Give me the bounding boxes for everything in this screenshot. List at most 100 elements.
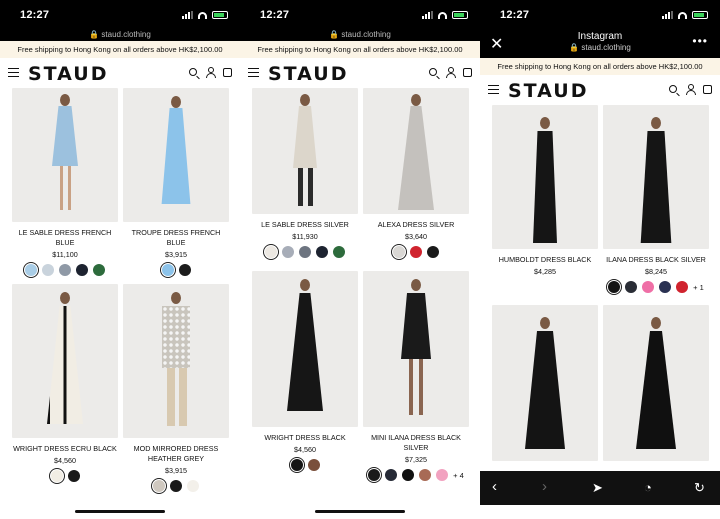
- color-swatch[interactable]: [642, 281, 655, 293]
- product-name[interactable]: HUMBOLDT DRESS BLACK: [492, 255, 598, 265]
- status-bar: 12:27: [0, 0, 240, 30]
- brand-logo[interactable]: STAUD: [268, 63, 349, 85]
- more-colors[interactable]: + 1: [693, 283, 704, 292]
- color-swatch[interactable]: [608, 281, 621, 293]
- product-image[interactable]: [363, 271, 469, 427]
- forward-icon[interactable]: ›: [542, 478, 547, 495]
- product-image[interactable]: [492, 105, 598, 249]
- product-card[interactable]: WRIGHT DRESS ECRU BLACK $4,560: [12, 284, 118, 482]
- product-image[interactable]: [603, 305, 709, 461]
- share-icon[interactable]: ➤: [592, 480, 603, 496]
- product-price: $3,640: [405, 232, 427, 241]
- search-icon[interactable]: [429, 68, 437, 76]
- product-image[interactable]: [123, 284, 229, 438]
- product-image[interactable]: [123, 88, 229, 222]
- color-swatch[interactable]: [59, 264, 71, 276]
- more-options-icon[interactable]: •••: [692, 34, 708, 48]
- cart-icon[interactable]: [703, 85, 712, 94]
- color-swatch[interactable]: [402, 469, 415, 481]
- color-swatch[interactable]: [265, 246, 277, 258]
- product-name[interactable]: WRIGHT DRESS ECRU BLACK: [12, 444, 118, 454]
- product-image[interactable]: [12, 284, 118, 438]
- color-swatch[interactable]: [170, 480, 182, 492]
- product-image[interactable]: [252, 88, 358, 214]
- product-name[interactable]: TROUPE DRESS FRENCH BLUE: [123, 228, 229, 248]
- history-icon[interactable]: ◔: [644, 480, 652, 495]
- color-swatch[interactable]: [419, 469, 432, 481]
- color-swatch[interactable]: [290, 459, 303, 471]
- product-price: $3,915: [165, 466, 187, 475]
- color-swatch[interactable]: [625, 281, 638, 293]
- color-swatch[interactable]: [67, 470, 80, 482]
- color-swatch[interactable]: [307, 459, 320, 471]
- product-image[interactable]: [492, 305, 598, 461]
- color-swatch[interactable]: [385, 469, 398, 481]
- product-name[interactable]: LE SABLE DRESS FRENCH BLUE: [12, 228, 118, 248]
- color-swatch[interactable]: [410, 246, 422, 258]
- product-name[interactable]: MOD MIRRORED DRESS HEATHER GREY: [123, 444, 229, 464]
- account-icon[interactable]: [445, 67, 456, 78]
- back-icon[interactable]: ‹: [492, 478, 497, 495]
- menu-icon[interactable]: [8, 68, 19, 77]
- product-name[interactable]: ALEXA DRESS SILVER: [363, 220, 469, 230]
- reload-icon[interactable]: ↻: [694, 480, 705, 496]
- account-icon[interactable]: [205, 67, 216, 78]
- product-card[interactable]: MOD MIRRORED DRESS HEATHER GREY $3,915: [123, 284, 229, 492]
- account-icon[interactable]: [685, 84, 696, 95]
- search-icon[interactable]: [669, 85, 677, 93]
- menu-icon[interactable]: [248, 68, 259, 77]
- signal-icon: [422, 11, 433, 19]
- color-swatch[interactable]: [153, 480, 165, 492]
- search-icon[interactable]: [189, 68, 197, 76]
- color-swatch[interactable]: [368, 469, 381, 481]
- color-swatch[interactable]: [333, 246, 345, 258]
- product-card[interactable]: TROUPE DRESS FRENCH BLUE $3,915: [123, 88, 229, 276]
- url-bar[interactable]: 🔒 staud.clothing: [240, 30, 480, 41]
- color-swatch[interactable]: [76, 264, 88, 276]
- brand-logo[interactable]: STAUD: [28, 63, 109, 85]
- color-swatch[interactable]: [676, 281, 689, 293]
- color-swatch[interactable]: [187, 480, 199, 492]
- color-swatch[interactable]: [50, 470, 63, 482]
- wifi-icon: [438, 11, 447, 19]
- color-swatch[interactable]: [316, 246, 328, 258]
- product-name[interactable]: MINI ILANA DRESS BLACK SILVER: [363, 433, 469, 453]
- product-card[interactable]: HUMBOLDT DRESS BLACK $4,285: [492, 105, 598, 276]
- color-swatch[interactable]: [93, 264, 105, 276]
- color-swatch[interactable]: [42, 264, 54, 276]
- product-card[interactable]: LE SABLE DRESS FRENCH BLUE $11,100: [12, 88, 118, 276]
- product-image[interactable]: [12, 88, 118, 222]
- color-swatch[interactable]: [299, 246, 311, 258]
- cart-icon[interactable]: [463, 68, 472, 77]
- home-indicator: [75, 510, 165, 513]
- product-card[interactable]: ILANA DRESS BLACK SILVER $8,245 + 1: [603, 105, 709, 293]
- color-swatch[interactable]: [393, 246, 405, 258]
- product-card[interactable]: WRIGHT DRESS BLACK $4,560: [252, 271, 358, 471]
- color-swatch[interactable]: [436, 469, 449, 481]
- color-swatch[interactable]: [178, 264, 191, 276]
- product-card[interactable]: MINI ILANA DRESS BLACK SILVER $7,325 + 4: [363, 271, 469, 481]
- product-name[interactable]: WRIGHT DRESS BLACK: [252, 433, 358, 443]
- color-swatch[interactable]: [659, 281, 672, 293]
- product-image[interactable]: [603, 105, 709, 249]
- battery-icon: [452, 11, 468, 19]
- color-swatches: [12, 470, 118, 482]
- product-image[interactable]: [252, 271, 358, 427]
- color-swatch[interactable]: [282, 246, 294, 258]
- product-name[interactable]: LE SABLE DRESS SILVER: [252, 220, 358, 230]
- color-swatch[interactable]: [427, 246, 439, 258]
- product-name[interactable]: ILANA DRESS BLACK SILVER: [603, 255, 709, 265]
- status-bar: 12:27: [480, 0, 720, 30]
- cart-icon[interactable]: [223, 68, 232, 77]
- product-image[interactable]: [363, 88, 469, 214]
- product-card[interactable]: [603, 305, 709, 461]
- product-card[interactable]: [492, 305, 598, 461]
- product-card[interactable]: ALEXA DRESS SILVER $3,640: [363, 88, 469, 258]
- more-colors[interactable]: + 4: [453, 471, 464, 480]
- menu-icon[interactable]: [488, 85, 499, 94]
- color-swatch[interactable]: [161, 264, 174, 276]
- url-bar[interactable]: 🔒 staud.clothing: [0, 30, 240, 41]
- product-card[interactable]: LE SABLE DRESS SILVER $11,930: [252, 88, 358, 258]
- brand-logo[interactable]: STAUD: [508, 80, 589, 102]
- color-swatch[interactable]: [25, 264, 37, 276]
